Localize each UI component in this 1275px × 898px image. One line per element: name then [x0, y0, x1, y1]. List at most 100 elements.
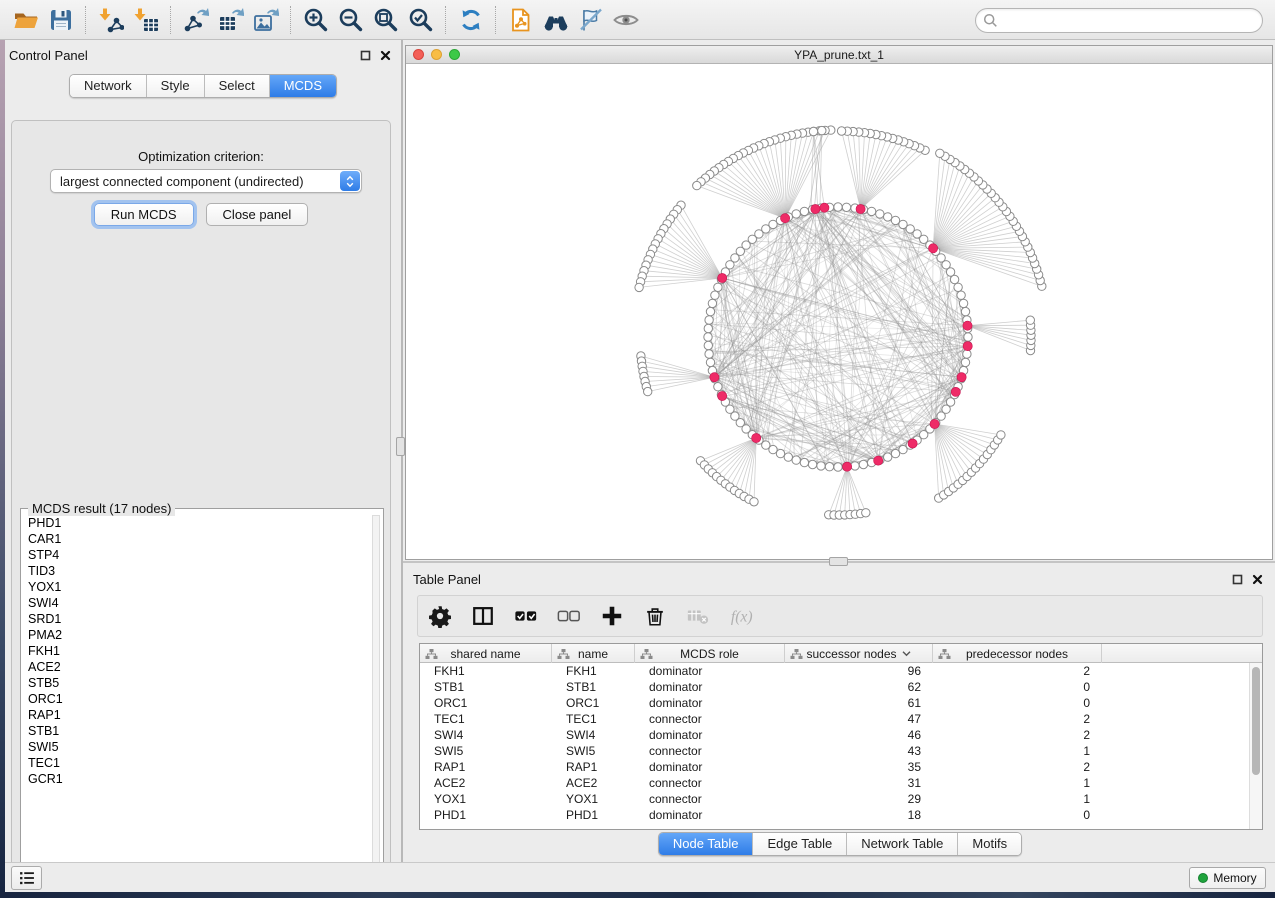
- mcds-result-item[interactable]: SWI4: [28, 595, 371, 611]
- deselect-all-icon: [557, 604, 581, 628]
- open-session-button[interactable]: [8, 3, 43, 37]
- column-label: predecessor nodes: [966, 647, 1068, 661]
- float-table-panel-icon[interactable]: [1232, 574, 1243, 585]
- column-header-successor-nodes[interactable]: successor nodes: [785, 644, 933, 663]
- zoom-fit-button[interactable]: [368, 3, 403, 37]
- import-network-button[interactable]: [93, 3, 128, 37]
- delete-row-button[interactable]: [641, 602, 669, 630]
- add-row-button[interactable]: [598, 602, 626, 630]
- close-panel-button[interactable]: Close panel: [206, 203, 309, 226]
- deselect-all-button[interactable]: [555, 602, 583, 630]
- refresh-network-button[interactable]: [453, 3, 488, 37]
- table-scrollbar[interactable]: [1249, 663, 1262, 829]
- export-table-button[interactable]: [213, 3, 248, 37]
- gear-button[interactable]: [426, 602, 454, 630]
- table-toolbar: f(x): [417, 595, 1263, 637]
- mcds-result-item[interactable]: TEC1: [28, 755, 371, 771]
- column-header-MCDS-role[interactable]: MCDS role: [635, 644, 785, 663]
- desktop-background-bottom: [0, 892, 1275, 898]
- search-binoculars-icon: [543, 7, 569, 33]
- tab-style[interactable]: Style: [147, 75, 205, 97]
- vertical-splitter-handle[interactable]: [396, 437, 405, 456]
- column-header-shared-name[interactable]: shared name: [420, 644, 552, 663]
- table-scrollbar-thumb[interactable]: [1252, 667, 1260, 775]
- mcds-result-item[interactable]: CAR1: [28, 531, 371, 547]
- share-document-button[interactable]: [503, 3, 538, 37]
- float-panel-icon[interactable]: [360, 50, 371, 61]
- optimization-criterion-select[interactable]: largest connected component (undirected): [50, 169, 362, 193]
- search-input[interactable]: [1002, 11, 1262, 31]
- network-search-box[interactable]: [975, 8, 1263, 33]
- search-binoculars-button[interactable]: [538, 3, 573, 37]
- table-row[interactable]: TEC1TEC1connector472: [420, 711, 1249, 727]
- column-header-predecessor-nodes[interactable]: predecessor nodes: [933, 644, 1102, 663]
- save-session-icon: [48, 7, 74, 33]
- zoom-out-button[interactable]: [333, 3, 368, 37]
- table-cell: dominator: [635, 759, 785, 775]
- horizontal-splitter-handle[interactable]: [829, 557, 848, 566]
- hierarchy-icon: [790, 648, 803, 660]
- columns-button[interactable]: [469, 602, 497, 630]
- table-tab-network-table[interactable]: Network Table: [847, 833, 958, 855]
- table-row[interactable]: FKH1FKH1dominator962: [420, 663, 1249, 679]
- mcds-result-item[interactable]: SRD1: [28, 611, 371, 627]
- run-mcds-button[interactable]: Run MCDS: [94, 203, 194, 226]
- mcds-result-item[interactable]: RAP1: [28, 707, 371, 723]
- select-all-button[interactable]: [512, 602, 540, 630]
- network-window-title: YPA_prune.txt_1: [406, 48, 1272, 62]
- memory-button[interactable]: Memory: [1189, 867, 1266, 889]
- table-cell: 2: [933, 759, 1102, 775]
- zoom-selected-button[interactable]: [403, 3, 438, 37]
- task-history-button[interactable]: [11, 866, 42, 890]
- table-cell: 46: [785, 727, 933, 743]
- mcds-result-item[interactable]: STB5: [28, 675, 371, 691]
- table-tab-edge-table[interactable]: Edge Table: [753, 833, 847, 855]
- mcds-result-item[interactable]: PHD1: [28, 515, 371, 531]
- import-table-button[interactable]: [128, 3, 163, 37]
- network-window-titlebar[interactable]: YPA_prune.txt_1: [406, 46, 1272, 64]
- table-tab-motifs[interactable]: Motifs: [958, 833, 1021, 855]
- column-header-name[interactable]: name: [552, 644, 635, 663]
- table-row[interactable]: YOX1YOX1connector291: [420, 791, 1249, 807]
- mcds-result-item[interactable]: YOX1: [28, 579, 371, 595]
- close-table-panel-icon[interactable]: [1252, 574, 1263, 585]
- table-tab-group: Node TableEdge TableNetwork TableMotifs: [658, 832, 1022, 856]
- mcds-result-title: MCDS result (17 nodes): [28, 501, 175, 516]
- main-toolbar: [0, 0, 1275, 40]
- close-panel-icon[interactable]: [380, 50, 391, 61]
- table-cell: PHD1: [420, 807, 552, 823]
- mcds-list-scrollbar[interactable]: [372, 515, 380, 871]
- tab-mcds[interactable]: MCDS: [270, 75, 336, 97]
- table-row[interactable]: STB1STB1dominator620: [420, 679, 1249, 695]
- mcds-result-item[interactable]: STP4: [28, 547, 371, 563]
- show-eye-button[interactable]: [608, 3, 643, 37]
- mcds-result-item[interactable]: PMA2: [28, 627, 371, 643]
- save-session-button[interactable]: [43, 3, 78, 37]
- table-tab-node-table[interactable]: Node Table: [659, 833, 754, 855]
- tab-select[interactable]: Select: [205, 75, 270, 97]
- export-network-icon: [183, 7, 209, 33]
- table-row[interactable]: SWI4SWI4dominator462: [420, 727, 1249, 743]
- mcds-result-item[interactable]: GCR1: [28, 771, 371, 787]
- network-canvas[interactable]: [406, 65, 1272, 559]
- hide-details-button[interactable]: [573, 3, 608, 37]
- table-row[interactable]: RAP1RAP1dominator352: [420, 759, 1249, 775]
- export-image-button[interactable]: [248, 3, 283, 37]
- mcds-result-item[interactable]: TID3: [28, 563, 371, 579]
- hierarchy-icon: [557, 648, 570, 660]
- mcds-result-item[interactable]: STB1: [28, 723, 371, 739]
- mcds-result-item[interactable]: SWI5: [28, 739, 371, 755]
- table-row[interactable]: SWI5SWI5connector431: [420, 743, 1249, 759]
- hierarchy-icon: [640, 648, 653, 660]
- mcds-result-item[interactable]: ACE2: [28, 659, 371, 675]
- zoom-in-button[interactable]: [298, 3, 333, 37]
- mcds-result-item[interactable]: ORC1: [28, 691, 371, 707]
- table-row[interactable]: ORC1ORC1dominator610: [420, 695, 1249, 711]
- import-table-icon: [133, 7, 159, 33]
- mcds-result-item[interactable]: FKH1: [28, 643, 371, 659]
- table-row[interactable]: PHD1PHD1dominator180: [420, 807, 1249, 823]
- tab-network[interactable]: Network: [70, 75, 147, 97]
- hierarchy-icon: [938, 648, 951, 660]
- export-network-button[interactable]: [178, 3, 213, 37]
- table-row[interactable]: ACE2ACE2connector311: [420, 775, 1249, 791]
